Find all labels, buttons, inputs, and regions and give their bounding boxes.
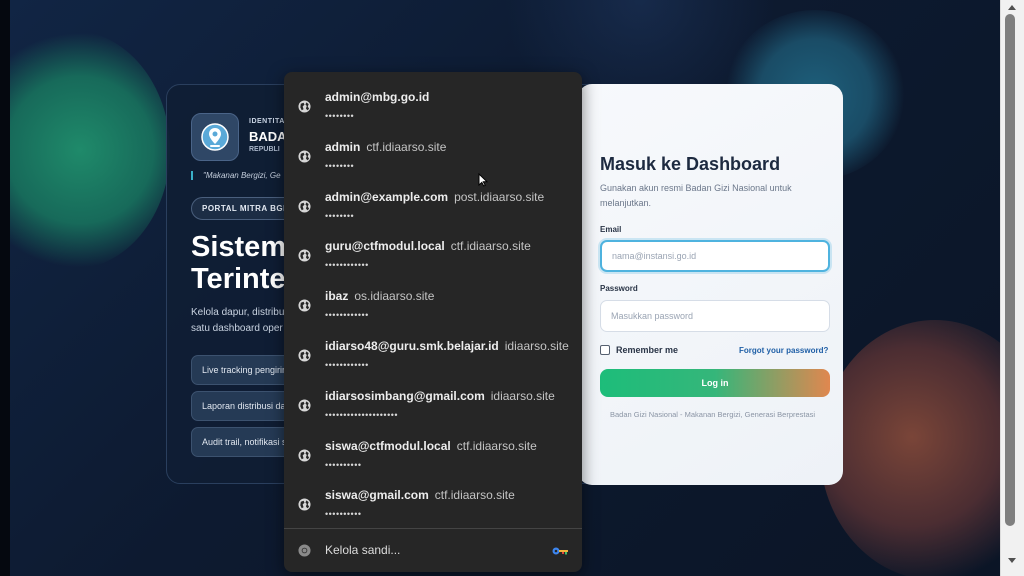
- saved-username-text: admin@example.com: [325, 189, 449, 204]
- saved-password-mask: ••••••••••••: [325, 310, 369, 321]
- remember-me-label: Remember me: [616, 345, 679, 355]
- saved-username: idiarso48@guru.smk.belajar.id idiaarso.si…: [325, 339, 569, 353]
- saved-password-item[interactable]: admin@mbg.go.id ••••••••: [284, 78, 582, 128]
- saved-password-mask: ••••••••••••••••••••: [325, 409, 399, 420]
- saved-password-item[interactable]: admin@example.com post.idiaarso.site •••••…: [284, 178, 582, 228]
- saved-password-item[interactable]: idiarsosimbang@gmail.com idiaarso.site •••…: [284, 377, 582, 427]
- forgot-password-link[interactable]: Forgot your password?: [739, 346, 828, 355]
- window-frame-left: [0, 0, 10, 576]
- password-autofill-dropdown: admin@mbg.go.id •••••••• admin ctf.idiaarso…: [284, 72, 582, 572]
- login-footer: Badan Gizi Nasional - Makanan Bergizi, G…: [610, 410, 816, 419]
- saved-password-item[interactable]: siswa@ctfmodul.local ctf.idiaarso.site •••…: [284, 427, 582, 477]
- saved-username: idiarsosimbang@gmail.com idiaarso.site: [325, 389, 555, 403]
- email-field[interactable]: nama@instansi.go.id: [600, 240, 830, 272]
- saved-site-domain: ctf.idiaarso.site: [450, 239, 531, 254]
- saved-password-mask: ••••••••: [325, 160, 355, 171]
- saved-username-text: idiarso48@guru.smk.belajar.id: [325, 339, 499, 353]
- remember-me[interactable]: Remember me: [600, 345, 678, 355]
- background-glow-orange: [820, 320, 1000, 576]
- saved-username-text: ibaz: [325, 289, 349, 304]
- bgn-logo: [191, 113, 239, 161]
- globe-icon: [298, 498, 311, 511]
- globe-icon: [298, 200, 311, 213]
- password-label: Password: [600, 284, 638, 293]
- password-field[interactable]: Masukkan password: [600, 300, 830, 332]
- saved-username: admin ctf.idiaarso.site: [325, 140, 446, 154]
- saved-username: guru@ctfmodul.local ctf.idiaarso.site: [325, 239, 531, 253]
- saved-password-mask: ••••••••••: [325, 509, 362, 520]
- saved-password-mask: ••••••••••••: [325, 260, 369, 271]
- saved-site-domain: idiaarso.site: [504, 339, 569, 353]
- brand-name: BADA: [249, 129, 287, 144]
- saved-username: admin@mbg.go.id: [325, 90, 429, 104]
- saved-site-domain: ctf.idiaarso.site: [456, 438, 537, 453]
- saved-username-text: siswa@gmail.com: [325, 488, 429, 503]
- mouse-cursor-icon: [478, 173, 488, 187]
- login-subtitle: Gunakan akun resmi Badan Gizi Nasional u…: [600, 183, 792, 208]
- globe-icon: [298, 349, 311, 362]
- page-scrollbar[interactable]: [1000, 0, 1024, 576]
- saved-site-domain: ctf.idiaarso.site: [434, 488, 515, 503]
- login-title: Masuk ke Dashboard: [600, 154, 781, 174]
- saved-username-text: guru@ctfmodul.local: [325, 239, 445, 254]
- saved-username-text: siswa@ctfmodul.local: [325, 438, 451, 453]
- remember-me-checkbox[interactable]: [600, 345, 610, 355]
- location-pin-icon: [201, 123, 229, 151]
- saved-site-domain: idiaarso.site: [490, 388, 555, 403]
- chrome-icon: [298, 544, 311, 557]
- saved-username-text: admin: [325, 139, 361, 154]
- saved-password-mask: ••••••••: [325, 111, 355, 121]
- globe-icon: [298, 150, 311, 163]
- scroll-up-arrow-icon[interactable]: [1008, 5, 1016, 10]
- password-key-icon: [552, 547, 568, 555]
- saved-username: siswa@gmail.com ctf.idiaarso.site: [325, 488, 515, 502]
- saved-password-mask: ••••••••••: [325, 459, 362, 470]
- saved-password-item[interactable]: siswa@gmail.com ctf.idiaarso.site ••••••••…: [284, 476, 582, 526]
- email-label: Email: [600, 225, 622, 234]
- globe-icon: [298, 449, 311, 462]
- globe-icon: [298, 100, 311, 113]
- scrollbar-thumb[interactable]: [1005, 14, 1015, 526]
- brand-republic-label: REPUBLI: [249, 146, 280, 153]
- saved-username-text: idiarsosimbang@gmail.com: [325, 388, 485, 403]
- saved-username-text: admin@mbg.go.id: [325, 90, 430, 104]
- background-glow-green: [10, 30, 170, 270]
- saved-username: siswa@ctfmodul.local ctf.idiaarso.site: [325, 439, 537, 453]
- brand-tagline: "Makanan Bergizi, Ge: [191, 171, 281, 180]
- saved-password-item[interactable]: admin ctf.idiaarso.site ••••••••: [284, 128, 582, 178]
- hero-title-line1: Sistem: [191, 231, 287, 263]
- globe-icon: [298, 249, 311, 262]
- manage-passwords-label: Kelola sandi...: [325, 543, 401, 557]
- saved-site-domain: post.idiaarso.site: [454, 189, 545, 204]
- brand-identity-label: IDENTITA: [249, 118, 285, 125]
- manage-passwords-item[interactable]: Kelola sandi...: [284, 529, 582, 572]
- saved-site-domain: os.idiaarso.site: [354, 289, 435, 304]
- hero-title: Sistem Terinte: [191, 231, 286, 295]
- saved-password-mask: ••••••••••••: [325, 360, 369, 370]
- globe-icon: [298, 299, 311, 312]
- login-button[interactable]: Log in: [600, 369, 830, 397]
- hero-title-line2: Terinte: [191, 263, 286, 295]
- globe-icon: [298, 399, 311, 412]
- saved-site-domain: ctf.idiaarso.site: [366, 139, 447, 154]
- saved-password-item[interactable]: idiarso48@guru.smk.belajar.id idiaarso.si…: [284, 327, 582, 377]
- saved-password-item[interactable]: guru@ctfmodul.local ctf.idiaarso.site ••••…: [284, 227, 582, 277]
- saved-password-mask: ••••••••: [325, 210, 355, 221]
- login-card: Masuk ke Dashboard Gunakan akun resmi Ba…: [578, 84, 843, 485]
- scroll-down-arrow-icon[interactable]: [1008, 558, 1016, 563]
- saved-username: ibaz os.idiaarso.site: [325, 289, 434, 303]
- saved-username: admin@example.com post.idiaarso.site: [325, 190, 544, 204]
- saved-password-item[interactable]: ibaz os.idiaarso.site ••••••••••••: [284, 277, 582, 327]
